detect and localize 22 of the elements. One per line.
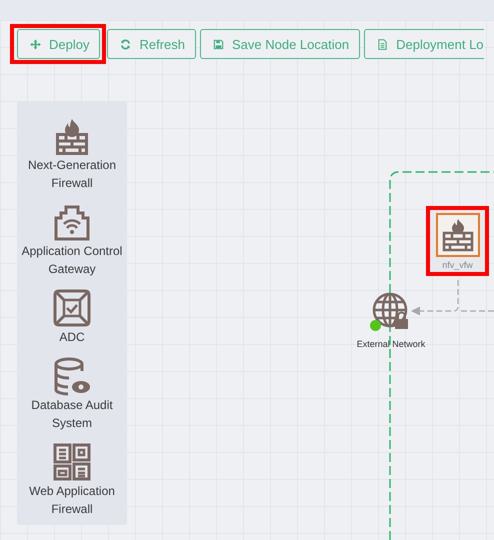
toolbar-button[interactable]: Deployment Lo (364, 29, 484, 59)
node-label: External Network (356, 339, 426, 349)
palette-item-label: Database Audit System (30, 397, 114, 432)
toolbar-button[interactable]: Save Node Location (200, 29, 360, 59)
database-eye-icon[interactable] (52, 356, 92, 396)
toolbar-button[interactable]: Deploy (17, 29, 100, 59)
palette-item-label: Next-Generation Firewall (26, 157, 118, 192)
move-icon (30, 38, 41, 50)
toolbar-button[interactable]: Refresh (107, 29, 196, 59)
refresh-icon (120, 38, 132, 50)
globe-lock-icon (371, 292, 411, 332)
firewall-icon (436, 213, 480, 257)
palette-item-label: Application Control Gateway (20, 243, 124, 278)
document-icon (377, 38, 388, 50)
network-node[interactable]: External Network (345, 292, 437, 349)
adc-icon[interactable] (52, 288, 92, 328)
palette-item-label: ADC (58, 329, 86, 346)
grid-icon[interactable] (52, 442, 92, 482)
node-label: nfv_vfw (442, 260, 473, 270)
save-icon (213, 38, 224, 50)
firewall-node[interactable]: nfv_vfw (430, 210, 485, 272)
palette-item-label: Web Application Firewall (28, 483, 116, 518)
